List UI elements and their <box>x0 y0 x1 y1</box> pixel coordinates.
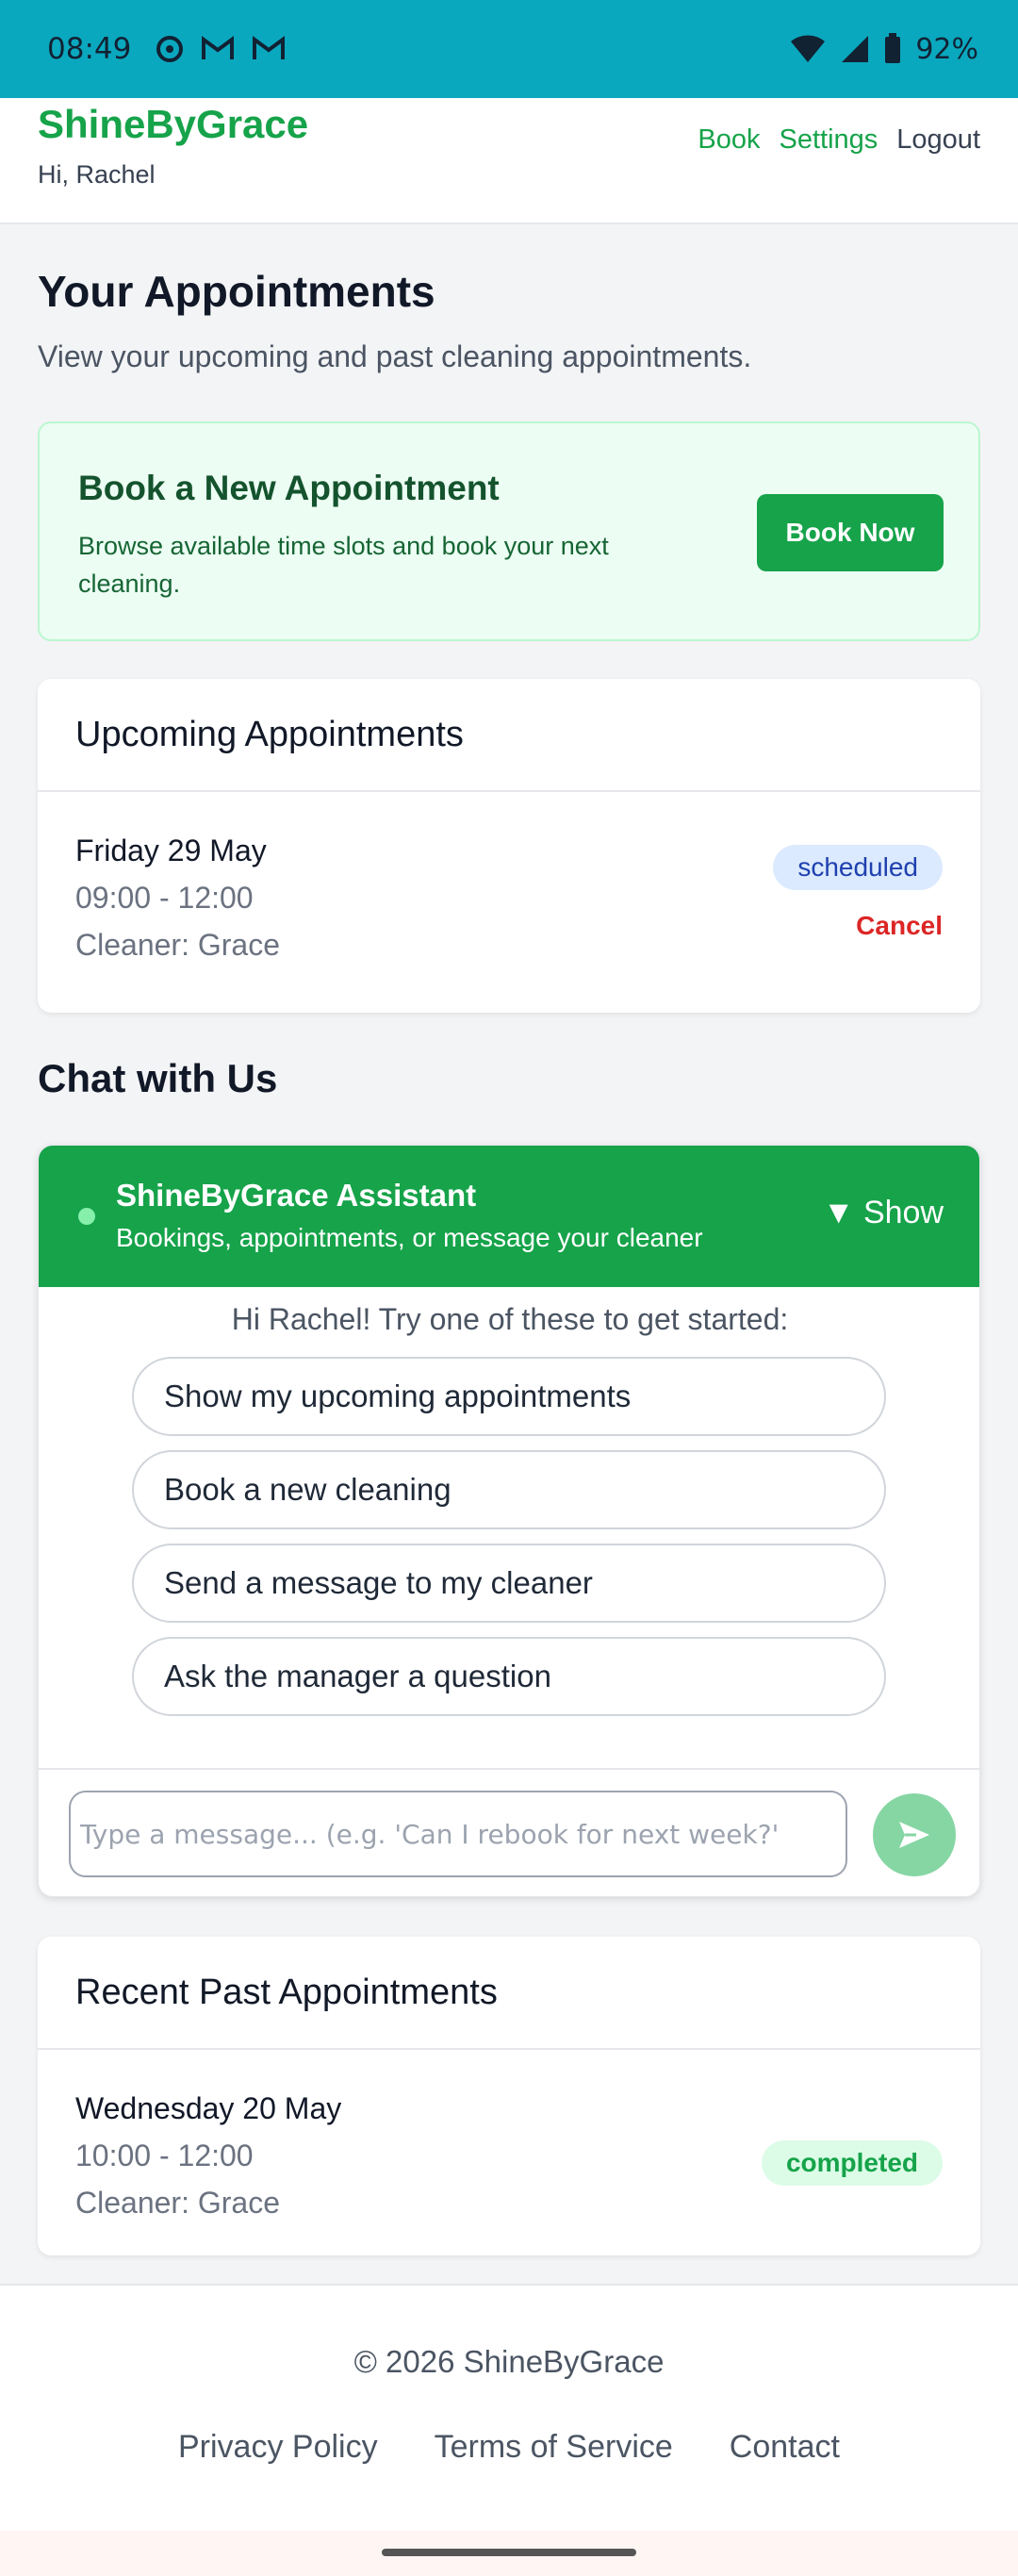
appointment-item: Wednesday 20 May 10:00 - 12:00 Cleaner: … <box>38 2050 980 2255</box>
chat-hint: Hi Rachel! Try one of these to get start… <box>231 1302 789 1336</box>
app-header: ShineByGrace Hi, Rachel Book Settings Lo… <box>0 98 1018 224</box>
status-bar: 08:49 92% <box>0 0 1018 98</box>
page-footer: © 2026 ShineByGrace Privacy Policy Terms… <box>0 2284 1018 2531</box>
past-appointments-title: Recent Past Appointments <box>38 1937 980 2050</box>
page-title: Your Appointments <box>38 267 435 316</box>
book-card-description: Browse available time slots and book you… <box>78 532 609 598</box>
book-now-button[interactable]: Book Now <box>757 494 944 571</box>
appointment-item: Friday 29 May 09:00 - 12:00 Cleaner: Gra… <box>38 792 980 1009</box>
appointment-day: Wednesday 20 May <box>75 2091 342 2125</box>
appointment-time: 09:00 - 12:00 <box>75 881 254 915</box>
battery-level: 92% <box>915 32 978 66</box>
book-appointment-card: Book a New Appointment Browse available … <box>38 421 980 641</box>
chat-section-title: Chat with Us <box>38 1056 278 1100</box>
terms-of-service-link[interactable]: Terms of Service <box>435 2429 673 2466</box>
appointment-cleaner: Cleaner: Grace <box>75 928 280 962</box>
nav-logout-link[interactable]: Logout <box>896 124 980 156</box>
send-icon <box>899 1822 929 1848</box>
status-badge: scheduled <box>773 845 943 890</box>
chat-widget: ShineByGrace Assistant Bookings, appoint… <box>38 1145 980 1897</box>
send-button[interactable] <box>873 1793 956 1876</box>
chat-input-bar <box>39 1768 979 1896</box>
wifi-icon <box>791 35 826 62</box>
notification-icons <box>156 35 286 63</box>
chat-header[interactable]: ShineByGrace Assistant Bookings, appoint… <box>39 1146 979 1287</box>
suggestion-chip[interactable]: Show my upcoming appointments <box>132 1357 886 1436</box>
past-appointments-card: Recent Past Appointments Wednesday 20 Ma… <box>38 1937 980 2255</box>
status-time: 08:49 <box>47 32 132 66</box>
brand-logo[interactable]: ShineByGrace <box>38 102 308 147</box>
contact-link[interactable]: Contact <box>730 2429 840 2466</box>
copyright-text: © 2026 ShineByGrace <box>353 2344 665 2379</box>
chat-title: ShineByGrace Assistant <box>116 1178 477 1213</box>
battery-icon <box>885 33 901 63</box>
nav-settings-link[interactable]: Settings <box>780 124 878 156</box>
privacy-policy-link[interactable]: Privacy Policy <box>178 2429 378 2466</box>
gmail-icon <box>202 36 235 59</box>
top-nav: Book Settings Logout <box>698 124 980 156</box>
chat-message-input[interactable] <box>69 1791 847 1877</box>
chrome-icon <box>156 36 184 62</box>
chat-subtitle: Bookings, appointments, or message your … <box>116 1223 703 1252</box>
book-card-title: Book a New Appointment <box>78 469 500 507</box>
appointment-cleaner: Cleaner: Grace <box>75 2186 280 2220</box>
user-greeting: Hi, Rachel <box>38 160 156 189</box>
upcoming-appointments-title: Upcoming Appointments <box>38 679 980 792</box>
page-subtitle: View your upcoming and past cleaning app… <box>38 339 752 373</box>
cancel-appointment-link[interactable]: Cancel <box>856 911 943 941</box>
appointment-time: 10:00 - 12:00 <box>75 2138 254 2172</box>
nav-book-link[interactable]: Book <box>698 124 760 156</box>
suggestion-chip[interactable]: Book a new cleaning <box>132 1450 886 1529</box>
chat-toggle-button[interactable]: ▼ Show <box>823 1195 944 1231</box>
online-indicator <box>78 1208 95 1225</box>
gmail-icon <box>253 36 286 59</box>
appointment-day: Friday 29 May <box>75 834 267 867</box>
footer-links: Privacy Policy Terms of Service Contact <box>0 2429 1018 2466</box>
signal-icon <box>842 36 869 62</box>
suggestion-chip[interactable]: Ask the manager a question <box>132 1637 886 1716</box>
gesture-handle[interactable] <box>382 2549 636 2556</box>
status-badge: completed <box>761 2140 943 2186</box>
suggestion-chip[interactable]: Send a message to my cleaner <box>132 1544 886 1623</box>
upcoming-appointments-card: Upcoming Appointments Friday 29 May 09:0… <box>38 679 980 1013</box>
